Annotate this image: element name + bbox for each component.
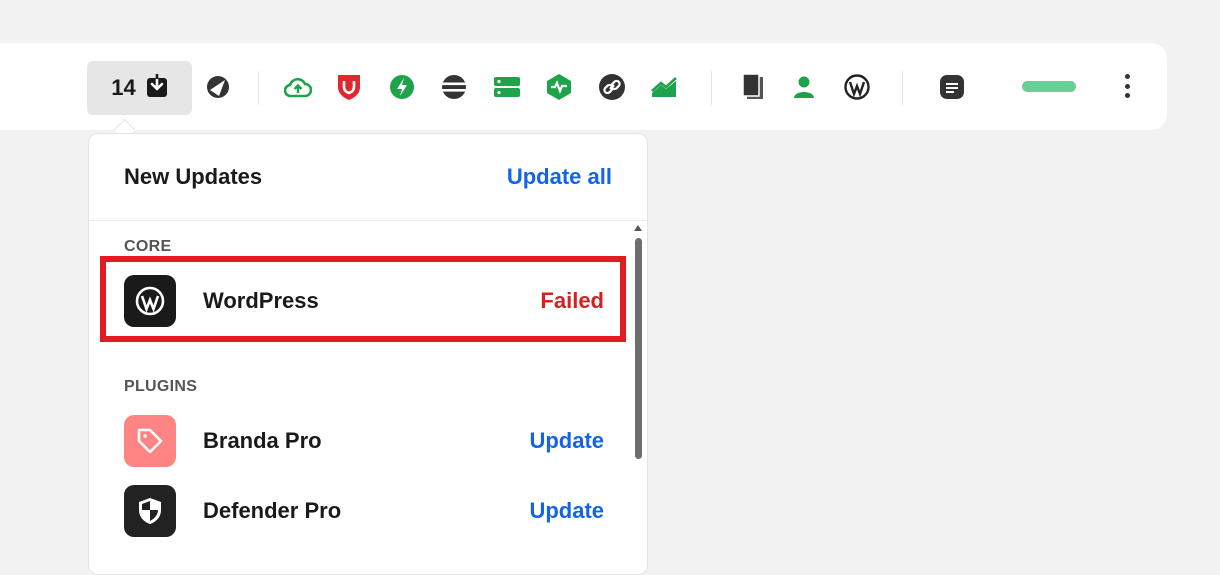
trend-chart-icon[interactable] bbox=[650, 73, 678, 101]
updates-dropdown: New Updates Update all CORE WordPress Fa… bbox=[88, 133, 648, 575]
menu-lines-icon[interactable] bbox=[938, 73, 966, 101]
status-pill[interactable] bbox=[1022, 81, 1076, 92]
server-icon[interactable] bbox=[493, 73, 521, 101]
stack-layers-icon[interactable] bbox=[440, 73, 468, 101]
toolbar-divider bbox=[258, 71, 259, 105]
item-name: Defender Pro bbox=[203, 498, 342, 523]
more-options-icon[interactable] bbox=[1117, 72, 1137, 100]
update-button[interactable]: Update bbox=[529, 428, 604, 454]
update-button[interactable]: Update bbox=[529, 498, 604, 524]
toolbar-divider bbox=[711, 71, 712, 105]
cloud-upload-icon[interactable] bbox=[284, 73, 312, 101]
shield-badge-icon[interactable] bbox=[335, 73, 363, 101]
section-label-core: CORE bbox=[124, 238, 172, 255]
item-name: WordPress bbox=[203, 288, 319, 313]
link-icon[interactable] bbox=[598, 73, 626, 101]
scrollbar-thumb[interactable] bbox=[635, 238, 642, 459]
tag-icon bbox=[124, 415, 176, 467]
scroll-up-arrow[interactable] bbox=[634, 225, 642, 231]
shield-icon bbox=[124, 485, 176, 537]
download-icon bbox=[146, 73, 168, 103]
toolbar-divider bbox=[902, 71, 903, 105]
hummingbird-icon[interactable] bbox=[204, 73, 232, 101]
list-item-branda-pro: Branda Pro Update bbox=[124, 415, 604, 467]
wordpress-icon[interactable] bbox=[843, 73, 871, 101]
list-item-defender-pro: Defender Pro Update bbox=[124, 485, 604, 537]
wordpress-icon bbox=[124, 275, 176, 327]
dropdown-header: New Updates Update all bbox=[89, 134, 647, 221]
updates-button[interactable]: 14 bbox=[87, 61, 192, 115]
lightning-bolt-icon[interactable] bbox=[388, 73, 416, 101]
user-icon[interactable] bbox=[790, 73, 818, 101]
item-name: Branda Pro bbox=[203, 428, 322, 453]
documents-icon[interactable] bbox=[739, 73, 767, 101]
hexagon-pulse-icon[interactable] bbox=[545, 73, 573, 101]
dropdown-title: New Updates bbox=[124, 164, 263, 189]
section-label-plugins: PLUGINS bbox=[124, 378, 198, 395]
status-failed: Failed bbox=[540, 288, 604, 313]
list-item-wordpress[interactable]: WordPress Failed bbox=[124, 275, 604, 327]
updates-count: 14 bbox=[111, 75, 136, 100]
update-all-button[interactable]: Update all bbox=[507, 164, 612, 190]
